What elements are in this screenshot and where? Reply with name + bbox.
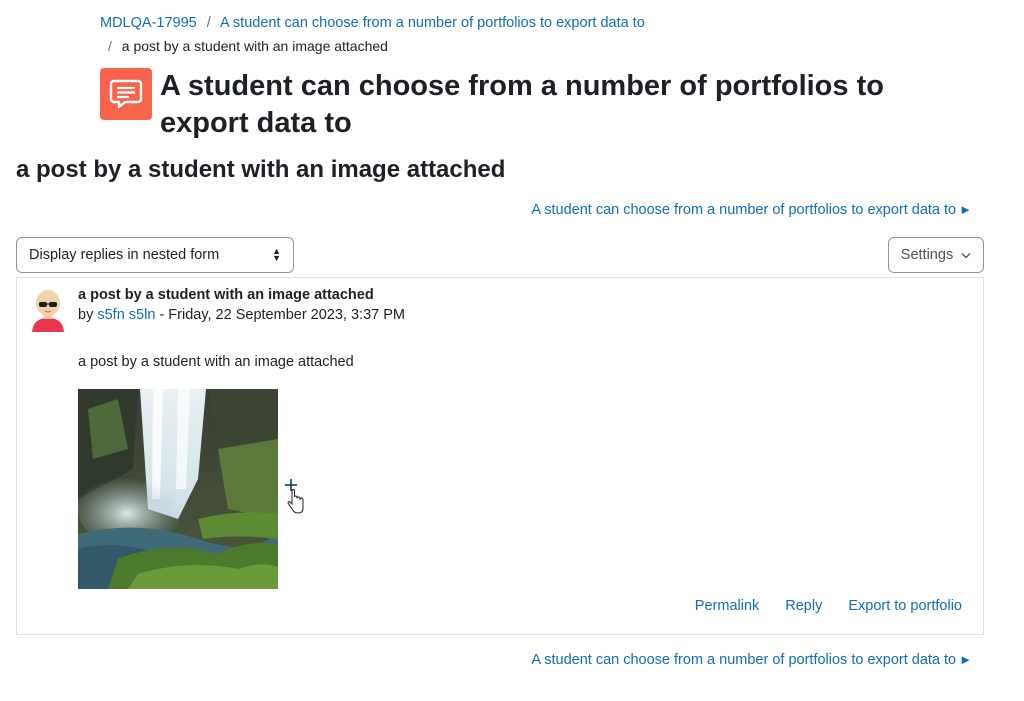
display-mode-select[interactable]: Display replies in nested form ▲ ▼ — [16, 237, 294, 273]
breadcrumb-separator: / — [108, 38, 112, 54]
export-to-portfolio-link[interactable]: Export to portfolio — [848, 598, 962, 614]
back-link-label: A student can choose from a number of po… — [531, 202, 957, 218]
breadcrumb: MDLQA-17995 / A student can choose from … — [100, 13, 645, 54]
by-prefix: by — [78, 307, 94, 323]
post-message: a post by a student with an image attach… — [78, 354, 354, 370]
post-date: - Friday, 22 September 2023, 3:37 PM — [159, 307, 405, 323]
breadcrumb-forum-link[interactable]: A student can choose from a number of po… — [220, 15, 645, 31]
settings-label: Settings — [900, 247, 954, 263]
author-link[interactable]: s5fn s5ln — [97, 307, 155, 323]
discussion-title: a post by a student with an image attach… — [16, 156, 506, 183]
user-avatar[interactable] — [30, 288, 66, 332]
display-mode-value: Display replies in nested form — [29, 247, 220, 263]
post-byline: by s5fn s5ln - Friday, 22 September 2023… — [78, 307, 405, 323]
chevron-down-icon — [961, 252, 971, 258]
back-to-forum-link-bottom[interactable]: A student can choose from a number of po… — [531, 652, 972, 668]
forum-post: a post by a student with an image attach… — [16, 277, 984, 635]
back-link-label: A student can choose from a number of po… — [531, 652, 957, 668]
breadcrumb-current: a post by a student with an image attach… — [121, 38, 388, 54]
post-subject: a post by a student with an image attach… — [78, 287, 374, 303]
arrow-right-icon: ► — [959, 202, 972, 217]
hand-pointer-cursor-icon — [285, 479, 304, 514]
permalink-link[interactable]: Permalink — [695, 598, 759, 614]
page-title: A student can choose from a number of po… — [160, 70, 884, 139]
back-to-forum-link-top[interactable]: A student can choose from a number of po… — [531, 202, 972, 218]
breadcrumb-course-link[interactable]: MDLQA-17995 — [100, 15, 197, 31]
forum-chat-icon — [100, 68, 152, 120]
attached-waterfall-image[interactable] — [78, 389, 278, 589]
select-updown-icon: ▲ ▼ — [272, 246, 281, 263]
post-actions: Permalink Reply Export to portfolio — [695, 598, 962, 614]
breadcrumb-separator: / — [206, 15, 211, 31]
settings-button[interactable]: Settings — [888, 237, 984, 273]
reply-link[interactable]: Reply — [785, 598, 822, 614]
arrow-right-icon: ► — [959, 652, 972, 667]
